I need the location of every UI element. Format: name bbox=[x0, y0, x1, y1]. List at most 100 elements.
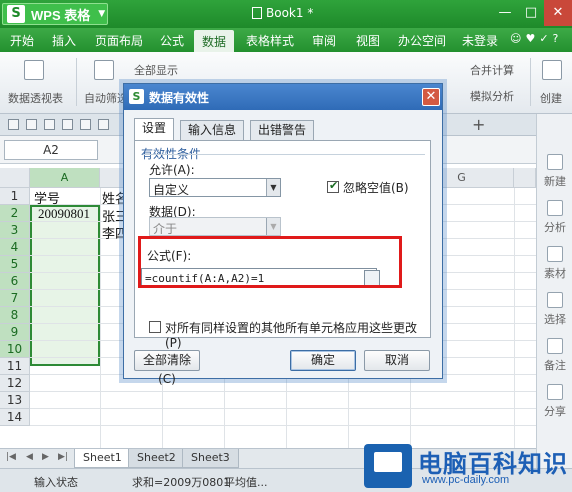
row-header-4[interactable]: 4 bbox=[0, 239, 30, 256]
grid-icon[interactable] bbox=[8, 119, 19, 130]
create-icon[interactable] bbox=[542, 60, 562, 80]
menu-home[interactable]: 开始 bbox=[10, 32, 34, 49]
side-item-analyze[interactable]: 分析 bbox=[537, 200, 572, 235]
tab-input-message[interactable]: 输入信息 bbox=[180, 120, 245, 140]
average-status: 平均值... bbox=[224, 476, 268, 489]
redo-icon[interactable] bbox=[98, 119, 109, 130]
app-name: WPS 表格 bbox=[31, 7, 91, 23]
row-header-12[interactable]: 12 bbox=[0, 375, 30, 392]
row-header-8[interactable]: 8 bbox=[0, 307, 30, 324]
sum-status: 求和=2009万0801 bbox=[132, 476, 231, 489]
cancel-button[interactable]: 取消 bbox=[364, 350, 430, 371]
ignore-blank-checkbox[interactable]: ✔ bbox=[327, 179, 339, 193]
save-icon[interactable] bbox=[26, 119, 37, 130]
minimize-button[interactable]: — bbox=[492, 0, 518, 26]
new-icon bbox=[547, 154, 563, 170]
menu-page-layout[interactable]: 页面布局 bbox=[95, 32, 143, 49]
show-all-label[interactable]: 全部显示 bbox=[134, 62, 178, 78]
consolidate-label[interactable]: 合并计算 bbox=[470, 62, 514, 78]
grid-line bbox=[30, 425, 536, 426]
next-sheet-icon[interactable]: ▶ bbox=[42, 452, 49, 462]
filter-icon[interactable] bbox=[94, 60, 114, 80]
column-header-a[interactable]: A bbox=[30, 168, 100, 188]
menu-review[interactable]: 审阅 bbox=[312, 32, 336, 49]
row-header-1[interactable]: 1 bbox=[0, 188, 30, 205]
share-icon bbox=[547, 384, 563, 400]
row-header-10[interactable]: 10 bbox=[0, 341, 30, 358]
sheet-tab-sheet3[interactable]: Sheet3 bbox=[182, 449, 239, 468]
formula-highlight-box bbox=[138, 236, 402, 288]
undo-icon[interactable] bbox=[80, 119, 91, 130]
apply-all-label: 对所有同样设置的其他所有单元格应用这些更改(P) bbox=[165, 321, 418, 350]
auto-filter-label[interactable]: 自动筛选 bbox=[84, 90, 128, 106]
data-value: 介于 bbox=[153, 222, 178, 236]
watermark: 电脑百科知识 www.pc-daily.com bbox=[360, 440, 572, 492]
ok-button[interactable]: 确定 bbox=[290, 350, 356, 371]
data-dropdown: 介于 ▼ bbox=[149, 217, 281, 236]
cell-a2[interactable]: 20090801 bbox=[38, 206, 90, 222]
dialog-close-button[interactable]: ✕ bbox=[422, 88, 440, 106]
maximize-button[interactable]: □ bbox=[518, 0, 544, 26]
side-item-new[interactable]: 新建 bbox=[537, 154, 572, 189]
row-header-3[interactable]: 3 bbox=[0, 222, 30, 239]
side-item-share[interactable]: 分享 bbox=[537, 384, 572, 419]
monitor-logo-icon bbox=[364, 444, 412, 488]
row-header-9[interactable]: 9 bbox=[0, 324, 30, 341]
grid-line bbox=[514, 188, 515, 448]
data-validation-dialog: S 数据有效性 ✕ 设置 输入信息 出错警告 有效性条件 允许(A): 自定义 … bbox=[123, 83, 443, 386]
select-all-corner[interactable] bbox=[0, 168, 30, 188]
pivot-table-label[interactable]: 数据透视表 bbox=[8, 90, 63, 106]
pivot-table-icon[interactable] bbox=[24, 60, 44, 80]
menu-office-space[interactable]: 办公空间 bbox=[398, 32, 446, 49]
prev-sheet-icon[interactable]: ◀ bbox=[26, 452, 33, 462]
row-header-2[interactable]: 2 bbox=[0, 205, 30, 222]
grid-line bbox=[30, 391, 536, 392]
app-menu-button[interactable]: S WPS 表格 ▼ bbox=[2, 3, 108, 25]
material-icon bbox=[547, 246, 563, 262]
cell-a1[interactable]: 学号 bbox=[34, 188, 60, 207]
menu-view[interactable]: 视图 bbox=[356, 32, 380, 49]
column-header-extra[interactable] bbox=[514, 168, 536, 188]
allow-dropdown[interactable]: 自定义 ▼ bbox=[149, 178, 281, 197]
dialog-title-bar[interactable]: S 数据有效性 ✕ bbox=[124, 84, 442, 110]
clear-all-button[interactable]: 全部清除(C) bbox=[134, 350, 200, 386]
side-item-notes[interactable]: 备注 bbox=[537, 338, 572, 373]
tab-settings[interactable]: 设置 bbox=[134, 118, 175, 141]
row-header-5[interactable]: 5 bbox=[0, 256, 30, 273]
title-bar: S WPS 表格 ▼ Book1 * — □ ✕ bbox=[0, 0, 572, 28]
ribbon-divider bbox=[530, 58, 531, 106]
row-header-11[interactable]: 11 bbox=[0, 358, 30, 375]
ribbon-divider bbox=[76, 58, 77, 106]
create-label[interactable]: 创建 bbox=[540, 90, 562, 106]
apply-all-checkbox[interactable] bbox=[149, 321, 161, 333]
menu-formulas[interactable]: 公式 bbox=[160, 32, 184, 49]
wps-logo-icon: S bbox=[7, 5, 25, 23]
allow-label: 允许(A): bbox=[149, 163, 195, 177]
tab-error-alert[interactable]: 出错警告 bbox=[250, 120, 315, 140]
selected-range-a2-a10[interactable] bbox=[30, 205, 100, 366]
name-box[interactable]: A2 bbox=[4, 140, 98, 160]
row-header-6[interactable]: 6 bbox=[0, 273, 30, 290]
ignore-blank-label: 忽略空值(B) bbox=[343, 181, 409, 195]
row-header-14[interactable]: 14 bbox=[0, 409, 30, 426]
row-header-7[interactable]: 7 bbox=[0, 290, 30, 307]
sheet-tab-sheet2[interactable]: Sheet2 bbox=[128, 449, 185, 468]
menu-data[interactable]: 数据 bbox=[194, 30, 235, 52]
print-icon[interactable] bbox=[44, 119, 55, 130]
side-item-material[interactable]: 素材 bbox=[537, 246, 572, 281]
toolbar-extra-icons[interactable]: ☺♥✓? bbox=[510, 32, 562, 45]
sheet-tab-sheet1[interactable]: Sheet1 bbox=[74, 449, 131, 468]
last-sheet-icon[interactable]: ▶| bbox=[58, 452, 68, 462]
new-tab-button[interactable]: + bbox=[472, 115, 485, 134]
preview-icon[interactable] bbox=[62, 119, 73, 130]
first-sheet-icon[interactable]: |◀ bbox=[6, 452, 16, 462]
login-link[interactable]: 未登录 bbox=[462, 32, 498, 49]
menu-table-style[interactable]: 表格样式 bbox=[246, 32, 294, 49]
close-window-button[interactable]: ✕ bbox=[544, 0, 572, 26]
chevron-down-icon[interactable]: ▼ bbox=[266, 179, 280, 196]
row-header-13[interactable]: 13 bbox=[0, 392, 30, 409]
side-item-select[interactable]: 选择 bbox=[537, 292, 572, 327]
what-if-analysis-label[interactable]: 模拟分析 bbox=[470, 88, 514, 104]
menu-insert[interactable]: 插入 bbox=[52, 32, 76, 49]
document-icon bbox=[252, 7, 262, 19]
